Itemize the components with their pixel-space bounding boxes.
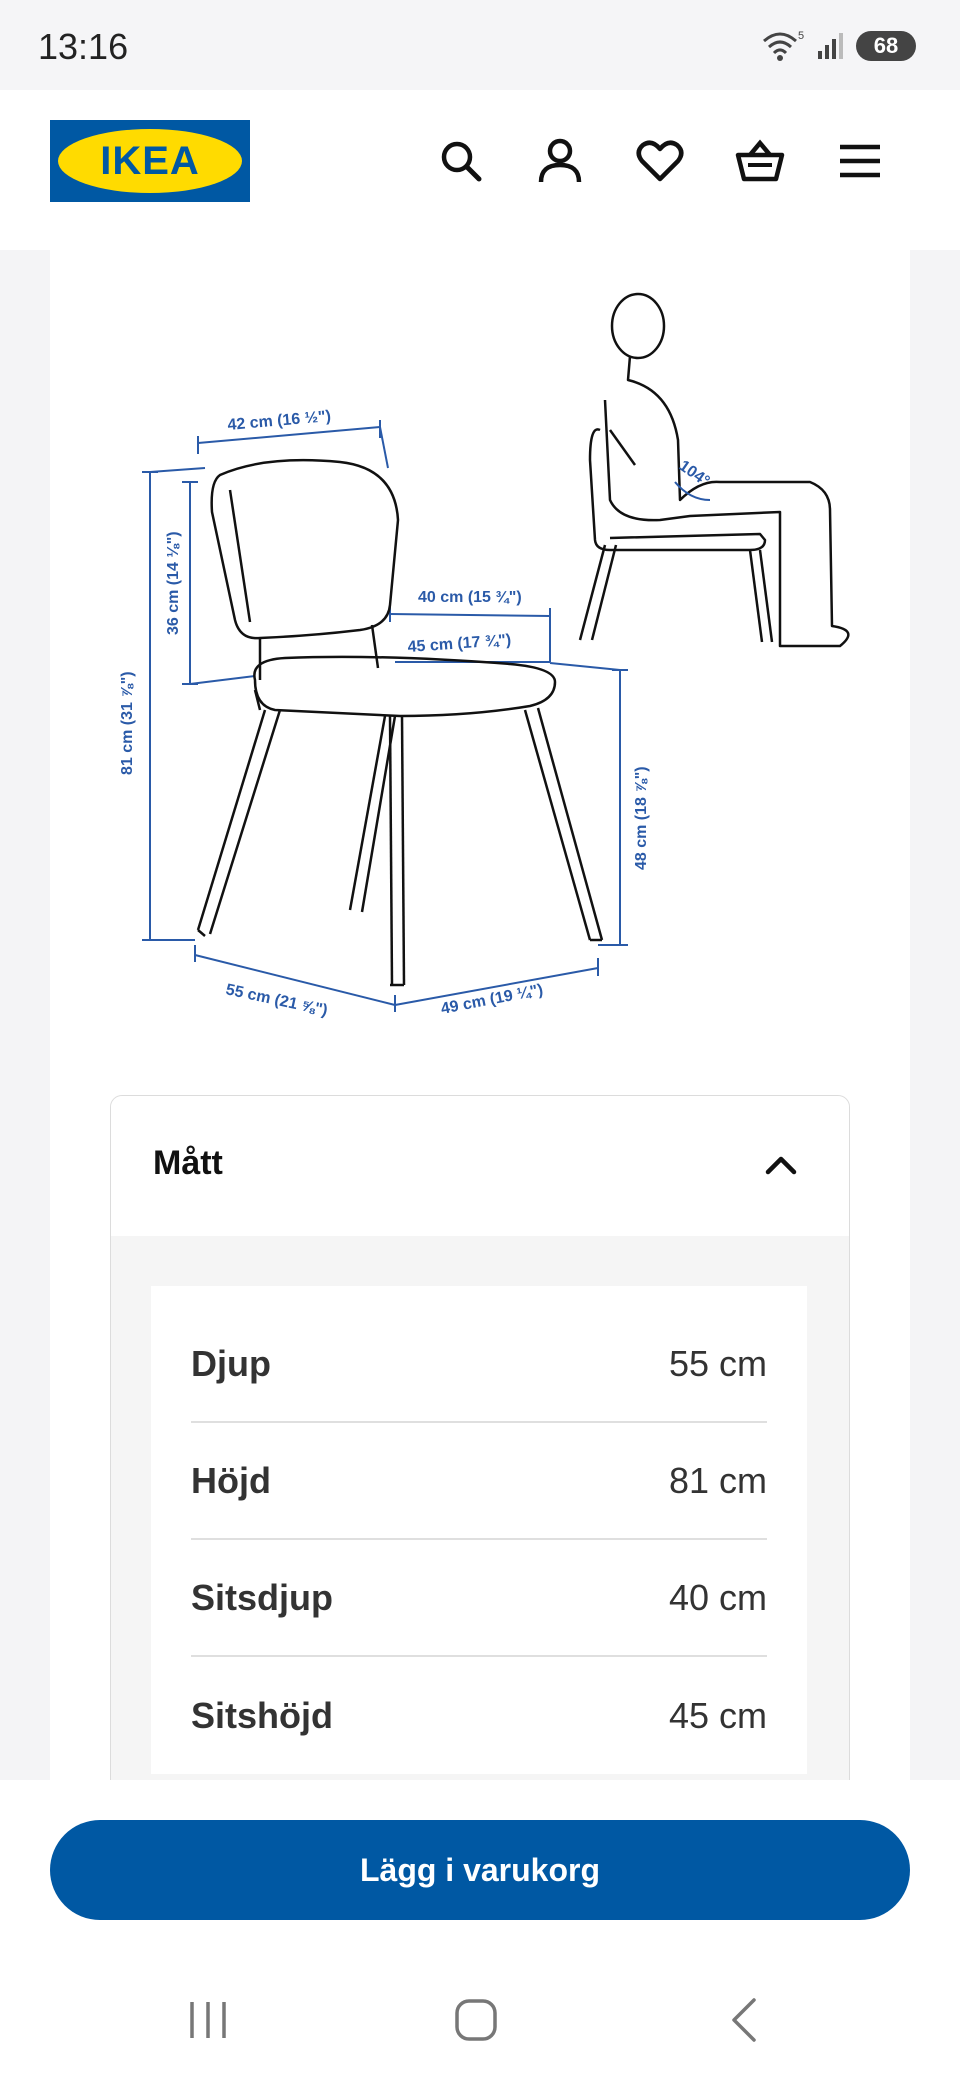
label-total-height: 81 cm (31 ⅞") xyxy=(119,671,136,775)
label-seat-depth: 40 cm (15 ¾") xyxy=(418,589,522,606)
logo-text: IKEA xyxy=(100,138,200,183)
status-bar: 13:16 5 68 xyxy=(0,0,960,90)
dimension-value: 81 cm xyxy=(668,1459,767,1501)
search-icon[interactable] xyxy=(432,132,490,190)
dimension-value: 40 cm xyxy=(668,1576,767,1618)
dimension-value: 45 cm xyxy=(668,1694,767,1736)
dimension-row-seat-height: Sitshöjd 45 cm xyxy=(191,1657,767,1774)
menu-icon[interactable] xyxy=(831,132,889,190)
back-icon[interactable] xyxy=(714,1990,774,2050)
label-backrest-width: 42 cm (16 ½") xyxy=(227,408,332,434)
user-icon[interactable] xyxy=(531,132,589,190)
chevron-up-icon[interactable] xyxy=(763,1148,799,1184)
label-backrest-height: 36 cm (14 ⅛") xyxy=(165,531,182,635)
dimension-row-height: Höjd 81 cm xyxy=(191,1423,767,1540)
label-depth: 55 cm (21 ⅝") xyxy=(224,981,329,1019)
dimension-label: Sitsdjup xyxy=(191,1576,333,1618)
battery-indicator: 68 xyxy=(856,31,916,61)
wifi-badge: 5 xyxy=(798,30,804,42)
label-seat-height: 48 cm (18 ⅞") xyxy=(633,766,650,870)
ikea-logo[interactable]: IKEA xyxy=(50,120,250,202)
dimensions-accordion: Mått Djup 55 cm Höjd 81 cm Sitsdjup 40 c… xyxy=(110,1095,850,1795)
dimension-label: Höjd xyxy=(191,1459,271,1501)
dimensions-list: Djup 55 cm Höjd 81 cm Sitsdjup 40 cm Sit… xyxy=(151,1286,807,1774)
dimension-row-seat-depth: Sitsdjup 40 cm xyxy=(191,1540,767,1657)
dimension-value: 55 cm xyxy=(668,1342,767,1384)
basket-icon[interactable] xyxy=(731,132,789,190)
dimension-label: Sitshöjd xyxy=(191,1694,333,1736)
recent-apps-icon[interactable] xyxy=(178,1990,238,2050)
dimensions-accordion-header[interactable]: Mått xyxy=(111,1096,849,1236)
add-to-cart-button[interactable]: Lägg i varukorg xyxy=(50,1820,910,1920)
logo-ellipse: IKEA xyxy=(58,129,242,193)
chair-dimension-diagram: 42 cm (16 ½") 81 cm (31 ⅞") 36 cm (14 ⅛"… xyxy=(119,292,850,1019)
label-recline-angle: 104° xyxy=(676,457,713,490)
heart-icon[interactable] xyxy=(631,132,689,190)
status-time: 13:16 xyxy=(38,26,129,67)
dimensions-title: Mått xyxy=(153,1144,223,1182)
label-seat-width: 45 cm (17 ¾") xyxy=(407,632,512,656)
dimension-label: Djup xyxy=(191,1342,271,1384)
status-icons: 5 68 xyxy=(760,26,916,66)
dimension-row-depth: Djup 55 cm xyxy=(191,1306,767,1423)
signal-icon xyxy=(818,33,843,59)
site-header: IKEA xyxy=(0,90,960,250)
wifi-icon: 5 xyxy=(763,30,804,61)
bottom-bar: Lägg i varukorg xyxy=(0,1780,960,2080)
home-icon[interactable] xyxy=(446,1990,506,2050)
